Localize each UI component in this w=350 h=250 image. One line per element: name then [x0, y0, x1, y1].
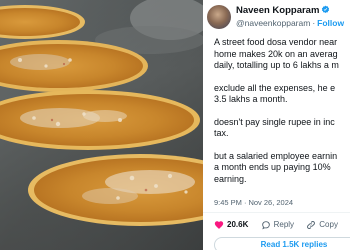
divider [203, 212, 350, 213]
tweet-paragraph: but a salaried employee earnin a month e… [214, 150, 338, 184]
tweet-timestamp[interactable]: 9:45 PM · Nov 26, 2024 [214, 198, 293, 207]
tweet-header: Naveen Kopparam @naveenkopparam · Follow [207, 3, 350, 35]
separator-dot: · [243, 198, 247, 207]
dosa-photo [0, 0, 203, 250]
reply-icon [261, 221, 270, 230]
like-button[interactable]: 20.6K [214, 218, 248, 232]
tweet-paragraph: exclude all the expenses, he e 3.5 lakhs… [214, 82, 336, 105]
author-name-row: Naveen Kopparam [236, 5, 330, 17]
link-icon [307, 221, 316, 229]
reply-label: Reply [273, 220, 295, 229]
author-handle-row: @naveenkopparam · Follow [236, 18, 344, 29]
tweet-paragraph: A street food dosa vendor near home make… [214, 37, 339, 70]
tweet-actions: 20.6K Reply Copy [214, 218, 348, 232]
reply-button[interactable]: Reply [261, 218, 294, 232]
tweet-date: Nov 26, 2024 [248, 198, 294, 207]
read-replies-button[interactable]: Read 1.5K replies [214, 237, 350, 250]
tweet-text: A street food dosa vendor near home make… [214, 37, 350, 196]
verified-badge-icon [322, 5, 330, 13]
separator-dot: · [312, 18, 316, 28]
copy-link-button[interactable]: Copy [306, 218, 338, 232]
copy-label: Copy [319, 220, 338, 229]
follow-button[interactable]: Follow [317, 18, 344, 28]
heart-icon [214, 221, 224, 229]
author-name[interactable]: Naveen Kopparam [236, 5, 319, 16]
avatar[interactable] [207, 5, 231, 29]
tweet-time: 9:45 PM [214, 198, 242, 207]
screenshot-root: Naveen Kopparam @naveenkopparam · Follow A… [0, 0, 350, 250]
tweet-card: Naveen Kopparam @naveenkopparam · Follow A… [203, 0, 350, 250]
author-handle[interactable]: @naveenkopparam [236, 18, 310, 28]
like-count: 20.6K [227, 220, 249, 229]
dosa-photo-illustration [0, 0, 203, 250]
tweet-paragraph: doesn't pay single rupee in inc tax. [214, 116, 335, 139]
